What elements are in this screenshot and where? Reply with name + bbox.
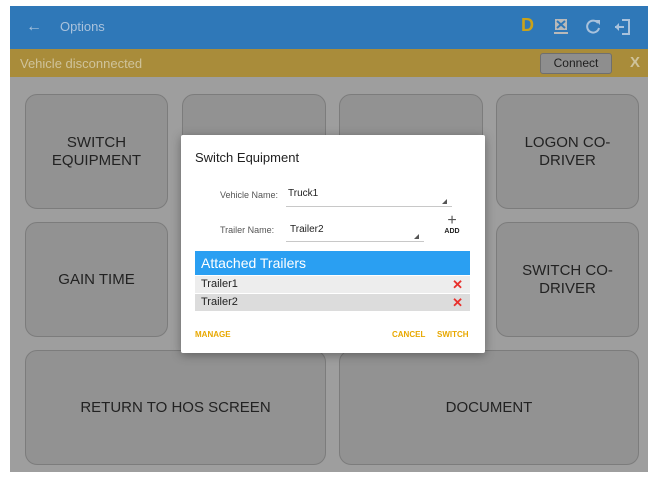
vehicle-name-underline [286,206,452,207]
connection-status-bar: Vehicle disconnected Connect X [10,49,648,77]
add-trailer-button[interactable]: + ADD [439,212,465,236]
gain-time-tile[interactable]: GAIN TIME [25,222,168,337]
device-disconnect-icon[interactable] [551,17,571,37]
driver-status-badge[interactable]: D [521,15,534,36]
connect-button[interactable]: Connect [540,53,612,74]
page-title: Options [60,19,105,34]
logon-co-driver-tile[interactable]: LOGON CO-DRIVER [496,94,639,209]
plus-icon: + [447,212,457,229]
trailer-name-field[interactable]: Trailer2 [290,224,324,235]
app-bar: ← Options D [10,6,648,49]
trailer-name-underline [286,241,424,242]
dismiss-status-button[interactable]: X [630,54,640,71]
switch-equipment-tile[interactable]: SWITCH EQUIPMENT [25,94,168,209]
arrow-left-icon[interactable]: ← [26,17,46,37]
options-screen: ← Options D Vehicle disconnected Connect… [10,6,648,472]
remove-trailer-icon[interactable]: ✕ [452,276,463,293]
switch-co-driver-tile[interactable]: SWITCH CO- DRIVER [496,222,639,337]
attached-trailer-row: Trailer1 ✕ [195,276,470,293]
logout-icon[interactable] [613,17,633,37]
attached-trailer-name: Trailer2 [201,296,238,308]
dialog-title: Switch Equipment [195,150,300,165]
vehicle-name-field[interactable]: Truck1 [288,188,318,199]
vehicle-name-label: Vehicle Name: [220,190,279,200]
attached-trailer-row: Trailer2 ✕ [195,294,470,311]
switch-equipment-dialog: Switch Equipment Vehicle Name: Truck1 Tr… [181,135,485,353]
attached-trailers-header: Attached Trailers [195,251,470,275]
connection-status-text: Vehicle disconnected [20,56,143,71]
trailer-name-label: Trailer Name: [220,225,275,235]
refresh-icon[interactable] [583,17,603,37]
return-to-hos-screen-tile[interactable]: RETURN TO HOS SCREEN [25,350,326,465]
remove-trailer-icon[interactable]: ✕ [452,294,463,311]
vehicle-dropdown-icon[interactable] [442,199,447,204]
manage-button[interactable]: MANAGE [195,330,231,339]
add-trailer-label: ADD [444,228,460,235]
switch-button[interactable]: SWITCH [437,330,469,339]
trailer-dropdown-icon[interactable] [414,234,419,239]
cancel-button[interactable]: CANCEL [392,330,425,339]
attached-trailer-name: Trailer1 [201,278,238,290]
document-tile[interactable]: DOCUMENT [339,350,639,465]
